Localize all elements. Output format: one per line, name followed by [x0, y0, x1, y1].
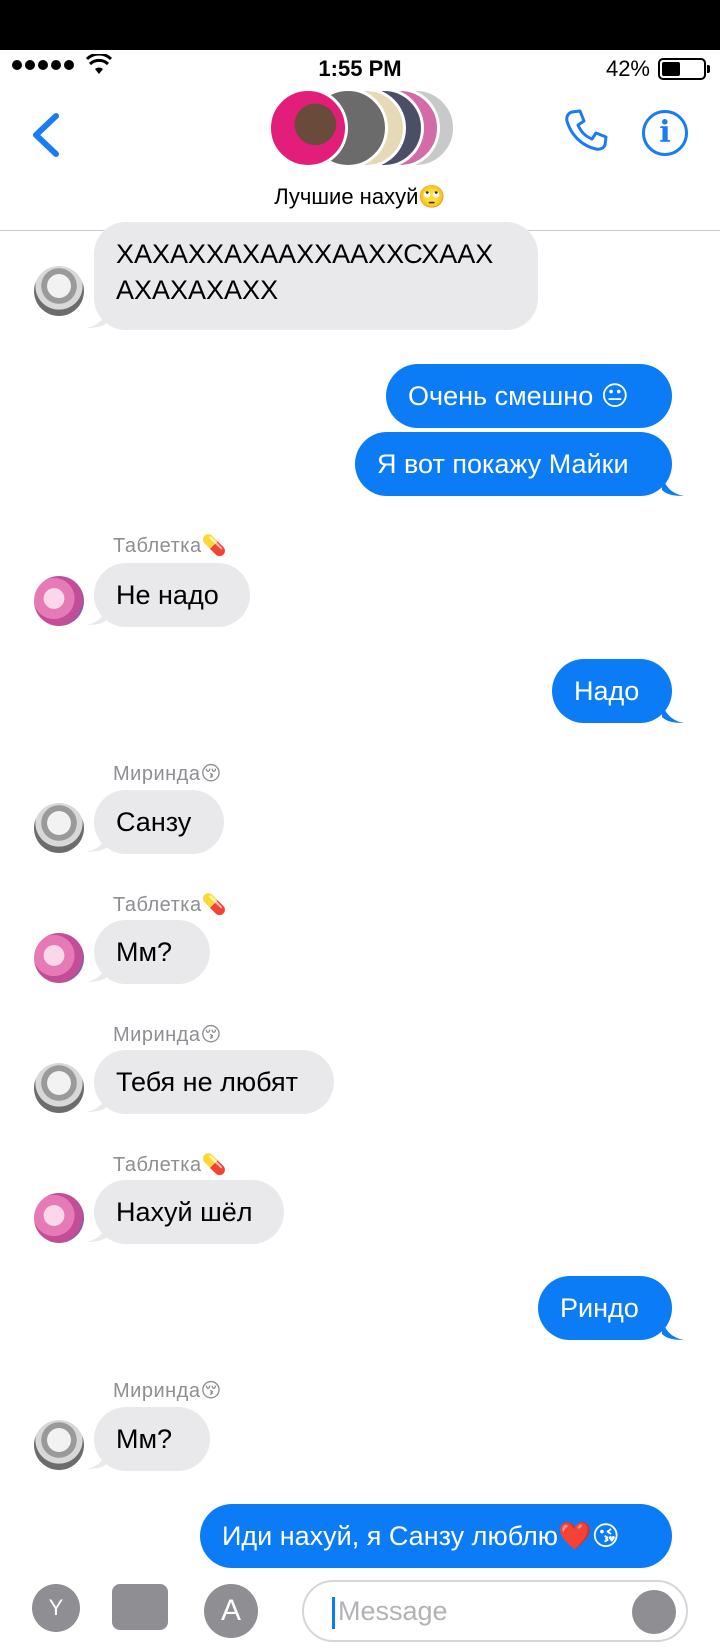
bubble-tail — [662, 701, 684, 723]
message-bubble[interactable]: Не надо — [94, 563, 250, 627]
conversation-header: Лучшие нахуй🙄 i — [0, 84, 720, 231]
sender-avatar — [34, 266, 84, 316]
message-text: ХАХАХХАХААХХААХХСХААХ — [116, 239, 494, 269]
battery-percent: 42% — [605, 56, 650, 81]
info-icon[interactable]: i — [642, 110, 688, 156]
bubble-tail — [86, 1447, 108, 1469]
back-chevron-icon[interactable] — [26, 110, 66, 160]
top-black-bar — [0, 0, 720, 50]
sender-avatar — [34, 1193, 84, 1243]
phone-icon[interactable] — [562, 106, 610, 154]
app-drawer-button[interactable]: Y — [32, 1584, 80, 1632]
message-text: Не надо — [116, 580, 219, 610]
message-text: Риндо — [560, 1293, 639, 1323]
message-text: Санзу — [116, 807, 192, 837]
message-bubble[interactable]: Тебя не любят — [94, 1050, 334, 1114]
message-bubble[interactable]: ХАХАХХАХААХХААХХСХААХ АХАХАХАХХ — [94, 222, 538, 330]
group-name[interactable]: Лучшие нахуй🙄 — [0, 184, 720, 210]
message-text: АХАХАХАХХ — [116, 275, 279, 305]
bubble-tail — [86, 306, 108, 328]
message-bubble[interactable]: Иди нахуй, я Санзу люблю❤️😘 — [200, 1504, 672, 1568]
message-input[interactable]: Message — [302, 1580, 688, 1642]
message-text: Мм? — [116, 937, 173, 967]
bubble-tail — [662, 1318, 684, 1340]
battery-icon — [658, 58, 710, 80]
composer-bar: Y A Message — [0, 1570, 720, 1650]
sender-name: Таблетка💊 — [113, 894, 228, 916]
text-cursor — [332, 1597, 335, 1629]
message-text: Иди нахуй, я Санзу люблю❤️😘 — [222, 1521, 620, 1551]
member-avatar — [268, 88, 348, 168]
sender-avatar — [34, 1420, 84, 1470]
message-text: Тебя не любят — [116, 1067, 298, 1097]
sender-avatar — [34, 576, 84, 626]
bubble-tail — [86, 960, 108, 982]
message-placeholder: Message — [338, 1596, 448, 1626]
sender-avatar — [34, 1063, 84, 1113]
message-text: Мм? — [116, 1424, 173, 1454]
message-bubble[interactable]: Я вот покажу Майки — [355, 432, 672, 496]
status-bar: 1:55 PM 42% — [0, 50, 720, 84]
sender-name: Таблетка💊 — [113, 535, 228, 557]
bubble-tail — [86, 1220, 108, 1242]
bubble-tail — [86, 830, 108, 852]
message-bubble[interactable]: Санзу — [94, 790, 224, 854]
sender-name: Миринда😚 — [113, 763, 222, 785]
bubble-tail — [86, 1090, 108, 1112]
group-avatar-stack[interactable] — [268, 84, 458, 174]
message-bubble[interactable]: Мм? — [94, 1407, 210, 1471]
sender-name: Таблетка💊 — [113, 1154, 228, 1176]
sender-name: Миринда😚 — [113, 1024, 222, 1046]
message-bubble[interactable]: Нахуй шёл — [94, 1180, 284, 1244]
appstore-icon[interactable]: A — [204, 1584, 258, 1638]
message-text: Нахуй шёл — [116, 1197, 253, 1227]
message-bubble[interactable]: Риндо — [538, 1276, 672, 1340]
message-text: Очень смешно 😐 — [408, 381, 629, 411]
message-bubble[interactable]: Мм? — [94, 920, 210, 984]
bubble-tail — [662, 474, 684, 496]
sender-avatar — [34, 933, 84, 983]
message-text: Надо — [574, 676, 640, 706]
message-text: Я вот покажу Майки — [377, 449, 629, 479]
camera-icon[interactable] — [112, 1584, 168, 1630]
sender-name: Миринда😚 — [113, 1380, 222, 1402]
message-bubble[interactable]: Надо — [552, 659, 672, 723]
microphone-icon[interactable] — [632, 1590, 676, 1634]
bubble-tail — [86, 603, 108, 625]
sender-avatar — [34, 803, 84, 853]
message-bubble[interactable]: Очень смешно 😐 — [386, 364, 672, 428]
